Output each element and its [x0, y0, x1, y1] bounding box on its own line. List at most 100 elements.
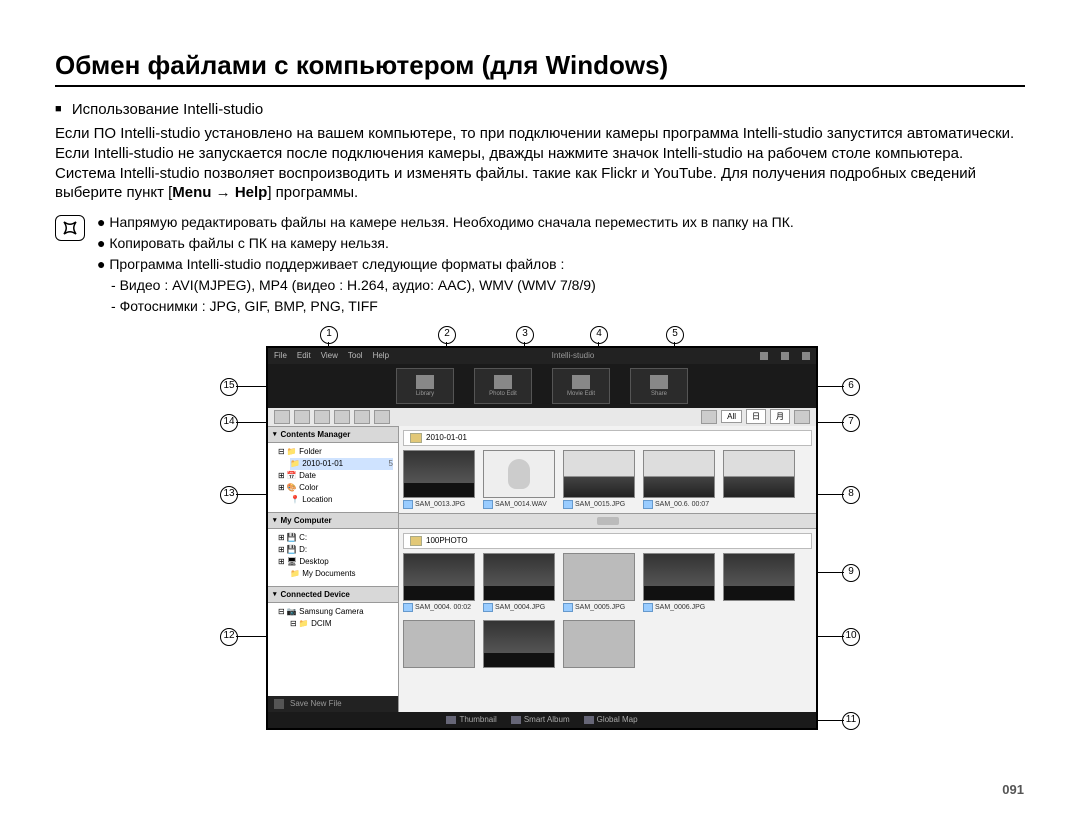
- nav-back-button[interactable]: [274, 410, 290, 424]
- thumbnail[interactable]: [723, 553, 795, 612]
- thumbnail[interactable]: SAM_0005.JPG: [563, 553, 635, 612]
- footer-bar: Thumbnail Smart Album Global Map: [268, 712, 816, 728]
- square-bullet: ■: [55, 103, 62, 115]
- callout-14: 14: [220, 414, 238, 432]
- breadcrumb-top[interactable]: 2010-01-01: [403, 430, 812, 446]
- footer-smart-album-button[interactable]: Smart Album: [511, 715, 570, 724]
- notes-list: ● Напрямую редактировать файлы на камере…: [97, 213, 794, 317]
- thumbnail[interactable]: [723, 450, 795, 509]
- library-button[interactable]: Library: [396, 368, 454, 404]
- tool-button[interactable]: [334, 410, 350, 424]
- thumbnail-caption: SAM_0004. 00:02: [403, 603, 475, 612]
- tree-drive[interactable]: ⊞ 💾 D:: [278, 544, 393, 556]
- thumbnail-image: [723, 553, 795, 601]
- filetype-icon: [483, 603, 493, 612]
- callout-10: 10: [842, 628, 860, 646]
- note-icon: [55, 215, 85, 241]
- tree-dcim[interactable]: ⊟ 📁 DCIM: [290, 618, 393, 630]
- movie-edit-button[interactable]: Movie Edit: [552, 368, 610, 404]
- menu-bar[interactable]: FileEditViewToolHelp Intelli-studio: [268, 348, 816, 364]
- tree-color[interactable]: ⊞ 🎨 Color: [278, 482, 393, 494]
- thumbnail[interactable]: SAM_0013.JPG: [403, 450, 475, 509]
- thumbnail[interactable]: SAM_0015.JPG: [563, 450, 635, 509]
- toolbar: All 日 月: [268, 408, 816, 426]
- thumbnail[interactable]: SAM_0004.JPG: [483, 553, 555, 612]
- thumbnail-image: [643, 553, 715, 601]
- tool-button[interactable]: [374, 410, 390, 424]
- tool-button[interactable]: [354, 410, 370, 424]
- thumbnail-caption: SAM_0014.WAV: [483, 500, 555, 509]
- thumbnail-image: [483, 450, 555, 498]
- thumbnail[interactable]: [403, 620, 475, 668]
- thumbnail[interactable]: [563, 620, 635, 668]
- tree-desktop[interactable]: ⊞ 🖥 Desktop: [278, 556, 393, 568]
- thumbnail-image: [723, 450, 795, 498]
- nav-fwd-button[interactable]: [294, 410, 310, 424]
- rule: [55, 85, 1025, 87]
- thumbnail-icon: [446, 716, 456, 724]
- thumbnail-image: [403, 553, 475, 601]
- footer-global-map-button[interactable]: Global Map: [584, 715, 638, 724]
- filetype-icon: [643, 603, 653, 612]
- tree-folder-selected[interactable]: 📁 2010-01-015: [290, 458, 393, 470]
- thumbnail-caption: SAM_0015.JPG: [563, 500, 635, 509]
- filter-day-tab[interactable]: 日: [746, 409, 766, 424]
- callout-8: 8: [842, 486, 860, 504]
- thumbnail-caption: SAM_0006.JPG: [643, 603, 715, 612]
- thumb-grid-bottom: SAM_0004. 00:02 SAM_0004.JPG SAM_0005.JPG S…: [399, 553, 816, 672]
- breadcrumb-bottom[interactable]: 100PHOTO: [403, 533, 812, 549]
- callout-4: 4: [590, 326, 608, 344]
- filetype-icon: [563, 500, 573, 509]
- filetype-icon: [643, 500, 653, 509]
- thumbnail[interactable]: SAM_00.6. 00:07: [643, 450, 715, 509]
- view-button[interactable]: [701, 410, 717, 424]
- callout-12: 12: [220, 628, 238, 646]
- tree-location[interactable]: 📍 Location: [290, 494, 393, 506]
- callout-15: 15: [220, 378, 238, 396]
- thumbnail-caption: SAM_00.6. 00:07: [643, 500, 715, 509]
- tree-mydocs[interactable]: 📁 My Documents: [290, 568, 393, 580]
- intelli-studio-figure: 1 2 3 4 5 6 7 8 9 10 11 15 14 13 12: [220, 326, 860, 734]
- callout-7: 7: [842, 414, 860, 432]
- my-computer-header[interactable]: ▾My Computer: [268, 512, 398, 529]
- thumbnail[interactable]: SAM_0014.WAV: [483, 450, 555, 509]
- splitter[interactable]: [399, 513, 816, 529]
- minimize-icon[interactable]: [760, 352, 768, 360]
- chevron-down-icon: ▾: [273, 430, 277, 438]
- share-button[interactable]: Share: [630, 368, 688, 404]
- filter-all-tab[interactable]: All: [721, 410, 742, 423]
- thumbnail-image: [483, 553, 555, 601]
- tree-drive[interactable]: ⊞ 💾 C:: [278, 532, 393, 544]
- callout-5: 5: [666, 326, 684, 344]
- photo-edit-button[interactable]: Photo Edit: [474, 368, 532, 404]
- thumb-grid-top: SAM_0013.JPG SAM_0014.WAV SAM_0015.JPG SAM_…: [399, 450, 816, 513]
- tree-folder[interactable]: ⊟ 📁 Folder: [278, 446, 393, 458]
- app-window: FileEditViewToolHelp Intelli-studio Libr…: [266, 346, 818, 730]
- thumbnail[interactable]: SAM_0006.JPG: [643, 553, 715, 612]
- save-new-file-button[interactable]: Save New File: [268, 696, 398, 712]
- callout-1: 1: [320, 326, 338, 344]
- maximize-icon[interactable]: [781, 352, 789, 360]
- connected-device-header[interactable]: ▾Connected Device: [268, 586, 398, 603]
- tree-camera[interactable]: ⊟ 📷 Samsung Camera: [278, 606, 393, 618]
- thumbnail[interactable]: [483, 620, 555, 668]
- page-title: Обмен файлами с компьютером (для Windows…: [55, 50, 1025, 81]
- thumbnail-image: [483, 620, 555, 668]
- filetype-icon: [483, 500, 493, 509]
- filetype-icon: [403, 500, 413, 509]
- tool-button[interactable]: [314, 410, 330, 424]
- thumbnail-image: [563, 450, 635, 498]
- thumbnail[interactable]: SAM_0004. 00:02: [403, 553, 475, 612]
- filter-month-tab[interactable]: 月: [770, 409, 790, 424]
- close-icon[interactable]: [802, 352, 810, 360]
- thumbnail-caption: SAM_0004.JPG: [483, 603, 555, 612]
- callout-2: 2: [438, 326, 456, 344]
- callout-3: 3: [516, 326, 534, 344]
- view-button[interactable]: [794, 410, 810, 424]
- thumbnail-image: [403, 620, 475, 668]
- folder-icon: [410, 433, 422, 443]
- footer-thumbnail-button[interactable]: Thumbnail: [446, 715, 496, 724]
- tree-date[interactable]: ⊞ 📅 Date: [278, 470, 393, 482]
- contents-manager-header[interactable]: ▾Contents Manager: [268, 426, 398, 443]
- folder-icon: [410, 536, 422, 546]
